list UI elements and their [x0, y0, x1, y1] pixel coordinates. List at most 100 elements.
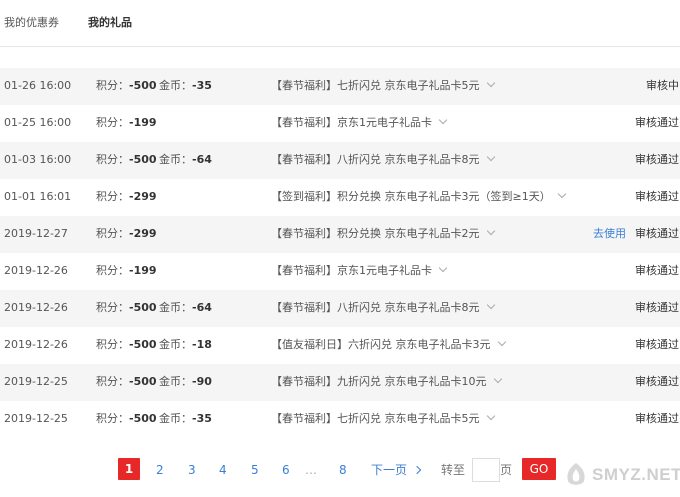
table-row: 01-26 16:00 积分：-500 金币：-35 【春节福利】七折闪兑 京东电子礼…: [0, 68, 680, 105]
table-row: 2019-12-26 积分：-500 金币：-18 【值友福利日】六折闪兑 京东电子礼…: [0, 327, 680, 364]
coins-value: -18: [192, 338, 212, 351]
status-text: 审核中: [646, 79, 679, 92]
points-cost: 积分：-500: [96, 338, 157, 352]
gift-item[interactable]: 【春节福利】京东1元电子礼品卡: [271, 263, 448, 278]
coins-cost: 金币：-64: [159, 153, 212, 167]
points-value: -500: [129, 338, 157, 351]
coins-value: -35: [192, 79, 212, 92]
use-link[interactable]: 去使用: [593, 227, 626, 241]
gift-item[interactable]: 【值友福利日】六折闪兑 京东电子礼品卡3元: [271, 337, 506, 352]
chevron-down-icon[interactable]: [493, 374, 502, 384]
coins-cost: 金币：-90: [159, 375, 212, 389]
points-label: 积分：: [96, 338, 129, 351]
coins-cost: 金币：-18: [159, 338, 212, 352]
page-3-button[interactable]: 3: [188, 462, 196, 478]
gift-item[interactable]: 【春节福利】七折闪兑 京东电子礼品卡5元: [271, 411, 495, 426]
points-cost: 积分：-500: [96, 79, 157, 93]
gift-item[interactable]: 【春节福利】积分兑换 京东电子礼品卡2元: [271, 226, 495, 241]
gift-item[interactable]: 【春节福利】八折闪兑 京东电子礼品卡8元: [271, 300, 495, 315]
coins-value: -35: [192, 412, 212, 425]
coins-value: -64: [192, 301, 212, 314]
gift-item-name: 【签到福利】积分兑换 京东电子礼品卡3元（签到≥1天）: [271, 190, 551, 203]
table-row: 2019-12-27 积分：-299 【春节福利】积分兑换 京东电子礼品卡2元 去使用…: [0, 216, 680, 253]
chevron-down-icon[interactable]: [486, 78, 495, 88]
gift-item[interactable]: 【春节福利】八折闪兑 京东电子礼品卡8元: [271, 152, 495, 167]
record-date: 01-25 16:00: [4, 116, 72, 129]
page-4-button[interactable]: 4: [219, 462, 227, 478]
chevron-down-icon[interactable]: [486, 152, 495, 162]
record-date: 2019-12-26: [4, 338, 68, 351]
gift-item-name: 【春节福利】七折闪兑 京东电子礼品卡5元: [271, 412, 480, 425]
page-5-button[interactable]: 5: [251, 462, 259, 478]
watermark-logo-icon: [567, 463, 585, 485]
points-label: 积分：: [96, 190, 129, 203]
table-row: 01-01 16:01 积分：-299 【签到福利】积分兑换 京东电子礼品卡3元（签…: [0, 179, 680, 216]
next-page-button[interactable]: 下一页: [371, 462, 422, 478]
points-label: 积分：: [96, 116, 129, 129]
gift-item-name: 【春节福利】八折闪兑 京东电子礼品卡8元: [271, 153, 480, 166]
status-text: 审核通过: [635, 153, 679, 166]
points-cost: 积分：-299: [96, 227, 157, 241]
page-1-button[interactable]: 1: [118, 458, 140, 480]
table-row: 2019-12-25 积分：-500 金币：-35 【春节福利】七折闪兑 京东电子礼品…: [0, 401, 680, 438]
page-8-button[interactable]: 8: [339, 462, 347, 478]
record-date: 2019-12-26: [4, 301, 68, 314]
record-date: 01-01 16:01: [4, 190, 72, 203]
status-text: 审核通过: [635, 190, 679, 203]
table-row: 2019-12-25 积分：-500 金币：-90 【春节福利】九折闪兑 京东电子礼品…: [0, 364, 680, 401]
status-text: 审核通过: [635, 301, 679, 314]
points-value: -199: [129, 264, 157, 277]
goto-suffix: 页: [500, 463, 513, 477]
points-cost: 积分：-500: [96, 301, 157, 315]
table-row: 01-03 16:00 积分：-500 金币：-64 【春节福利】八折闪兑 京东电子礼…: [0, 142, 680, 179]
points-cost: 积分：-299: [96, 190, 157, 204]
points-label: 积分：: [96, 79, 129, 92]
points-label: 积分：: [96, 227, 129, 240]
chevron-down-icon[interactable]: [486, 226, 495, 236]
gift-item[interactable]: 【春节福利】七折闪兑 京东电子礼品卡5元: [271, 78, 495, 93]
points-value: -199: [129, 116, 157, 129]
points-value: -299: [129, 190, 157, 203]
points-label: 积分：: [96, 375, 129, 388]
coins-label: 金币：: [159, 375, 192, 388]
chevron-down-icon[interactable]: [486, 411, 495, 421]
tab-my-gifts[interactable]: 我的礼品: [88, 16, 132, 30]
points-value: -500: [129, 301, 157, 314]
page-ellipsis: …: [305, 463, 317, 477]
chevron-down-icon[interactable]: [557, 189, 566, 199]
record-date: 01-26 16:00: [4, 79, 72, 92]
coins-cost: 金币：-35: [159, 412, 212, 426]
page-2-button[interactable]: 2: [156, 462, 164, 478]
coins-value: -90: [192, 375, 212, 388]
points-value: -500: [129, 375, 157, 388]
gift-item-name: 【春节福利】京东1元电子礼品卡: [271, 116, 432, 129]
points-cost: 积分：-199: [96, 264, 157, 278]
gift-item-name: 【春节福利】九折闪兑 京东电子礼品卡10元: [271, 375, 487, 388]
table-row: 01-25 16:00 积分：-199 【春节福利】京东1元电子礼品卡 审核通过: [0, 105, 680, 142]
gift-item[interactable]: 【春节福利】京东1元电子礼品卡: [271, 115, 448, 130]
gift-item[interactable]: 【春节福利】九折闪兑 京东电子礼品卡10元: [271, 374, 502, 389]
chevron-down-icon[interactable]: [438, 115, 448, 125]
chevron-down-icon[interactable]: [486, 300, 495, 310]
points-cost: 积分：-500: [96, 153, 157, 167]
record-date: 2019-12-25: [4, 412, 68, 425]
page-6-button[interactable]: 6: [282, 462, 290, 478]
points-cost: 积分：-500: [96, 375, 157, 389]
table-row: 2019-12-26 积分：-199 【春节福利】京东1元电子礼品卡 审核通过: [0, 253, 680, 290]
status-text: 审核通过: [635, 116, 679, 129]
gift-item-name: 【春节福利】京东1元电子礼品卡: [271, 264, 432, 277]
record-date: 2019-12-25: [4, 375, 68, 388]
goto-page-input[interactable]: [472, 458, 500, 482]
points-label: 积分：: [96, 412, 129, 425]
coins-cost: 金币：-35: [159, 79, 212, 93]
points-label: 积分：: [96, 264, 129, 277]
chevron-down-icon[interactable]: [438, 263, 448, 273]
record-date: 2019-12-27: [4, 227, 68, 240]
record-date: 2019-12-26: [4, 264, 68, 277]
tab-my-coupons[interactable]: 我的优惠券: [4, 16, 59, 30]
record-date: 01-03 16:00: [4, 153, 72, 166]
next-page-label: 下一页: [371, 463, 408, 477]
go-button[interactable]: GO: [522, 458, 556, 480]
gift-item[interactable]: 【签到福利】积分兑换 京东电子礼品卡3元（签到≥1天）: [271, 189, 566, 204]
chevron-down-icon[interactable]: [497, 337, 506, 347]
